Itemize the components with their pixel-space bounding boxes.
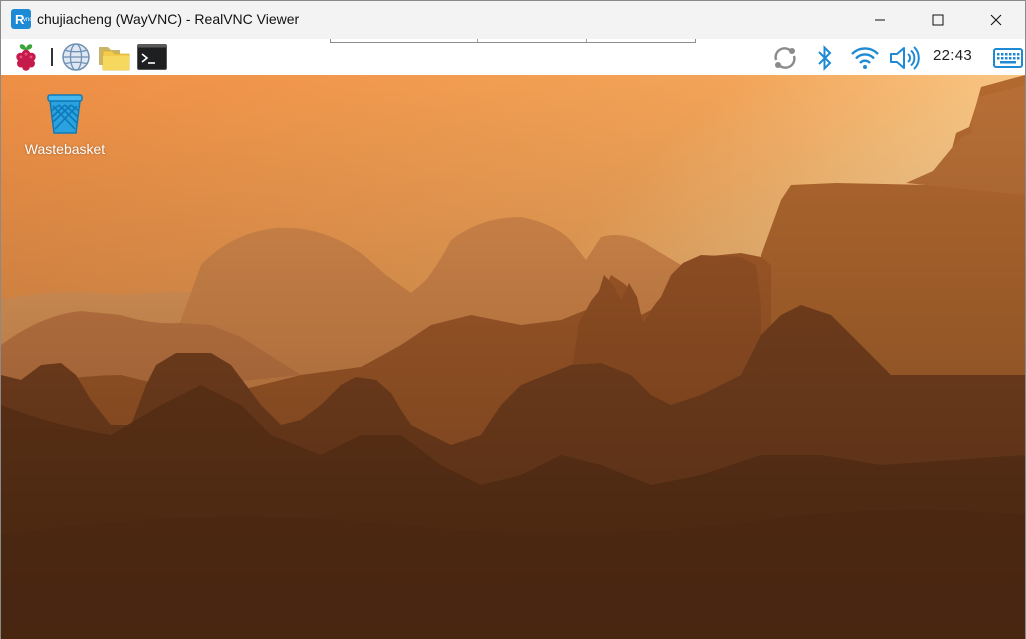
window-title: chujiacheng (WayVNC) - RealVNC Viewer <box>37 11 300 27</box>
svg-text:vnc: vnc <box>23 17 31 23</box>
remote-desktop[interactable]: Wastebasket <box>1 75 1025 639</box>
maximize-button[interactable] <box>909 1 967 39</box>
title-bar[interactable]: R vnc chujiacheng (WayVNC) - RealVNC Vie… <box>1 1 1025 39</box>
desktop-icon-wastebasket[interactable]: Wastebasket <box>11 89 119 157</box>
panel-separator <box>51 48 53 66</box>
panel-clock[interactable]: 22:43 <box>933 47 972 64</box>
close-icon <box>990 14 1002 26</box>
realvnc-icon: R vnc <box>11 9 32 29</box>
minimize-button[interactable] <box>851 1 909 39</box>
desktop-wallpaper <box>1 75 1025 639</box>
remote-taskbar: 22:43 <box>1 39 1025 75</box>
vnc-viewer-window: R vnc chujiacheng (WayVNC) - RealVNC Vie… <box>0 0 1026 639</box>
maximize-icon <box>932 14 944 26</box>
desktop-icon-label: Wastebasket <box>24 141 106 157</box>
updater-icon[interactable] <box>771 44 799 72</box>
volume-icon[interactable] <box>888 44 922 72</box>
close-button[interactable] <box>967 1 1025 39</box>
file-manager-icon[interactable] <box>98 42 130 72</box>
web-browser-icon[interactable] <box>60 42 92 72</box>
minimize-icon <box>875 19 885 21</box>
virtual-keyboard-icon[interactable] <box>992 46 1024 70</box>
raspberry-menu-icon[interactable] <box>11 42 41 72</box>
terminal-icon[interactable] <box>137 44 167 70</box>
vnc-toolbar-handle[interactable] <box>330 39 696 43</box>
bluetooth-icon[interactable] <box>813 44 837 72</box>
wastebasket-icon <box>41 89 89 137</box>
wifi-icon[interactable] <box>849 44 881 72</box>
